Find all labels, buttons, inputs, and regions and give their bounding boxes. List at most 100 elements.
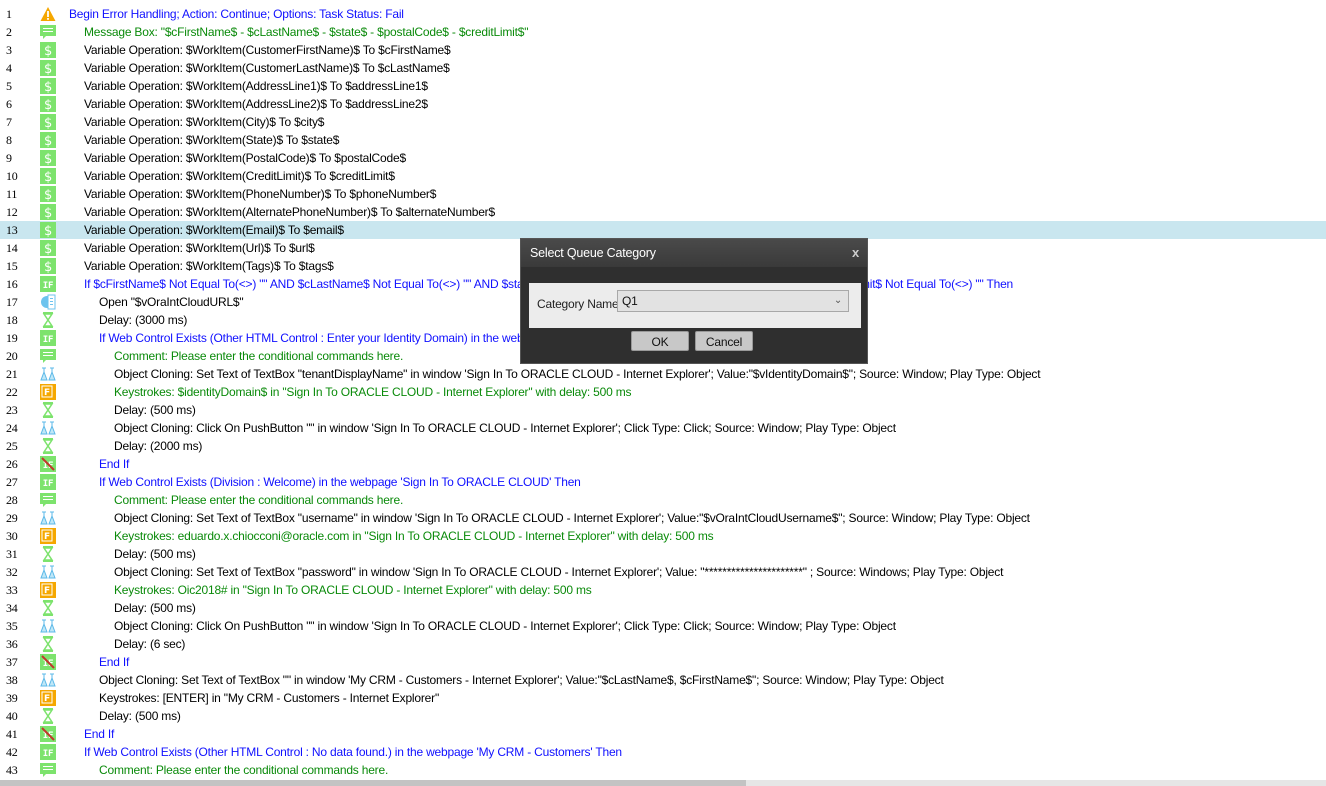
if-condition-icon: IF — [40, 474, 56, 490]
svg-text:$: $ — [44, 170, 52, 184]
command-row[interactable]: 34 Delay: (500 ms) — [0, 599, 1326, 617]
command-row[interactable]: 5 $ Variable Operation: $WorkItem(AddressL… — [0, 77, 1326, 95]
variable-operation-icon: $ — [40, 96, 56, 113]
line-number: 12 — [6, 205, 18, 219]
line-number: 24 — [6, 421, 18, 435]
command-row[interactable]: 31 Delay: (500 ms) — [0, 545, 1326, 563]
line-number: 38 — [6, 673, 18, 687]
command-row[interactable]: 9 $ Variable Operation: $WorkItem(PostalCo… — [0, 149, 1326, 167]
command-row[interactable]: 1 Begin Error Handling; Action: Continue;… — [0, 5, 1326, 23]
command-row[interactable]: 43 Comment: Please enter the conditional … — [0, 761, 1326, 779]
line-number: 27 — [6, 475, 18, 489]
svg-text:IF: IF — [43, 335, 53, 345]
command-row[interactable]: 23 Delay: (500 ms) — [0, 401, 1326, 419]
command-row[interactable]: 7 $ Variable Operation: $WorkItem(City)$ T… — [0, 113, 1326, 131]
command-text: Variable Operation: $WorkItem(CustomerFi… — [84, 43, 451, 57]
svg-text:F: F — [44, 388, 50, 398]
line-number: 42 — [6, 745, 18, 759]
command-row[interactable]: 38 Object Cloning: Set Text of TextBox ""… — [0, 671, 1326, 689]
object-cloning-icon — [40, 420, 56, 436]
svg-text:$: $ — [44, 116, 52, 130]
delay-hourglass-icon — [40, 546, 56, 562]
command-row[interactable]: 39 F Keystrokes: [ENTER] in "My CRM - Cust… — [0, 689, 1326, 707]
command-row[interactable]: 36 Delay: (6 sec) — [0, 635, 1326, 653]
command-row[interactable]: 24 Object Cloning: Click On PushButton ""… — [0, 419, 1326, 437]
command-row[interactable]: 26 IF End If — [0, 455, 1326, 473]
svg-text:$: $ — [44, 206, 52, 220]
scrollbar-thumb[interactable] — [0, 780, 746, 786]
command-row[interactable]: 22 F Keystrokes: $identityDomain$ in "Sign… — [0, 383, 1326, 401]
line-number: 19 — [6, 331, 18, 345]
line-number: 22 — [6, 385, 18, 399]
line-number: 28 — [6, 493, 18, 507]
command-row[interactable]: 30 F Keystrokes: eduardo.x.chiocconi@oracl… — [0, 527, 1326, 545]
close-icon[interactable]: x — [852, 239, 859, 267]
object-cloning-icon — [40, 366, 56, 382]
command-row[interactable]: 3 $ Variable Operation: $WorkItem(Customer… — [0, 41, 1326, 59]
dialog-titlebar: Select Queue Category x — [521, 239, 867, 267]
variable-operation-icon: $ — [40, 78, 56, 95]
command-text: Keystrokes: eduardo.x.chiocconi@oracle.c… — [114, 529, 714, 543]
horizontal-scrollbar[interactable] — [0, 780, 1326, 786]
command-row[interactable]: 37 IF End If — [0, 653, 1326, 671]
if-condition-icon: IF — [40, 744, 56, 760]
command-row-selected[interactable]: 13 $ Variable Operation: $WorkItem(Email)$… — [0, 221, 1326, 239]
command-text: Keystrokes: [ENTER] in "My CRM - Custome… — [99, 691, 439, 705]
command-row[interactable]: 28 Comment: Please enter the conditional … — [0, 491, 1326, 509]
command-row[interactable]: 6 $ Variable Operation: $WorkItem(AddressL… — [0, 95, 1326, 113]
line-number: 39 — [6, 691, 18, 705]
command-text: Delay: (500 ms) — [114, 403, 196, 417]
command-row[interactable]: 29 Object Cloning: Set Text of TextBox "u… — [0, 509, 1326, 527]
svg-text:$: $ — [44, 62, 52, 76]
line-number: 36 — [6, 637, 18, 651]
command-row[interactable]: 41 IF End If — [0, 725, 1326, 743]
command-row[interactable]: 21 Object Cloning: Set Text of TextBox "t… — [0, 365, 1326, 383]
line-number: 3 — [6, 43, 12, 57]
command-text: Keystrokes: $identityDomain$ in "Sign In… — [114, 385, 632, 399]
command-row[interactable]: 8 $ Variable Operation: $WorkItem(State)$ … — [0, 131, 1326, 149]
command-text-tail: mit$ Not Equal To(<>) "" Then — [860, 277, 1014, 291]
end-if-icon: IF — [40, 654, 56, 670]
svg-text:$: $ — [44, 242, 52, 256]
variable-operation-icon: $ — [40, 42, 56, 59]
svg-text:$: $ — [44, 134, 52, 148]
command-text: Delay: (3000 ms) — [99, 313, 188, 327]
command-row[interactable]: 11 $ Variable Operation: $WorkItem(PhoneNu… — [0, 185, 1326, 203]
if-condition-icon: IF — [40, 276, 56, 292]
command-text: Delay: (2000 ms) — [114, 439, 203, 453]
command-text: If Web Control Exists (Other HTML Contro… — [84, 745, 622, 759]
command-text: Variable Operation: $WorkItem(Email)$ To… — [84, 223, 344, 237]
variable-operation-icon: $ — [40, 222, 56, 239]
command-row[interactable]: 27 IF If Web Control Exists (Division : We… — [0, 473, 1326, 491]
command-text: Delay: (500 ms) — [99, 709, 181, 723]
category-name-select[interactable]: Q1 ⌄ — [617, 290, 849, 312]
command-text: Variable Operation: $WorkItem(PostalCode… — [84, 151, 406, 165]
command-row[interactable]: 12 $ Variable Operation: $WorkItem(Alterna… — [0, 203, 1326, 221]
command-text: Object Cloning: Set Text of TextBox "pas… — [114, 565, 1004, 579]
svg-text:IF: IF — [43, 461, 53, 471]
command-row[interactable]: 35 Object Cloning: Click On PushButton ""… — [0, 617, 1326, 635]
command-row[interactable]: 33 F Keystrokes: Oic2018# in "Sign In To O… — [0, 581, 1326, 599]
command-text: If $cFirstName$ Not Equal To(<>) "" AND … — [84, 277, 552, 291]
command-row[interactable]: 40 Delay: (500 ms) — [0, 707, 1326, 725]
svg-text:$: $ — [44, 224, 52, 238]
keystrokes-icon: F — [40, 690, 56, 706]
delay-hourglass-icon — [40, 600, 56, 616]
if-condition-icon: IF — [40, 330, 56, 346]
command-text: End If — [99, 655, 130, 669]
command-row[interactable]: 42 IF If Web Control Exists (Other HTML Co… — [0, 743, 1326, 761]
command-text: Object Cloning: Set Text of TextBox "use… — [114, 511, 1030, 525]
cancel-button[interactable]: Cancel — [695, 331, 753, 351]
command-row[interactable]: 25 Delay: (2000 ms) — [0, 437, 1326, 455]
line-number: 21 — [6, 367, 18, 381]
line-number: 35 — [6, 619, 18, 633]
ok-button[interactable]: OK — [631, 331, 689, 351]
line-number: 34 — [6, 601, 18, 615]
line-number: 4 — [6, 61, 12, 75]
command-row[interactable]: 4 $ Variable Operation: $WorkItem(Customer… — [0, 59, 1326, 77]
command-text: Variable Operation: $WorkItem(AddressLin… — [84, 79, 428, 93]
svg-text:$: $ — [44, 260, 52, 274]
command-row[interactable]: 2 Message Box: "$cFirstName$ - $cLastName… — [0, 23, 1326, 41]
command-row[interactable]: 10 $ Variable Operation: $WorkItem(CreditL… — [0, 167, 1326, 185]
command-row[interactable]: 32 Object Cloning: Set Text of TextBox "p… — [0, 563, 1326, 581]
